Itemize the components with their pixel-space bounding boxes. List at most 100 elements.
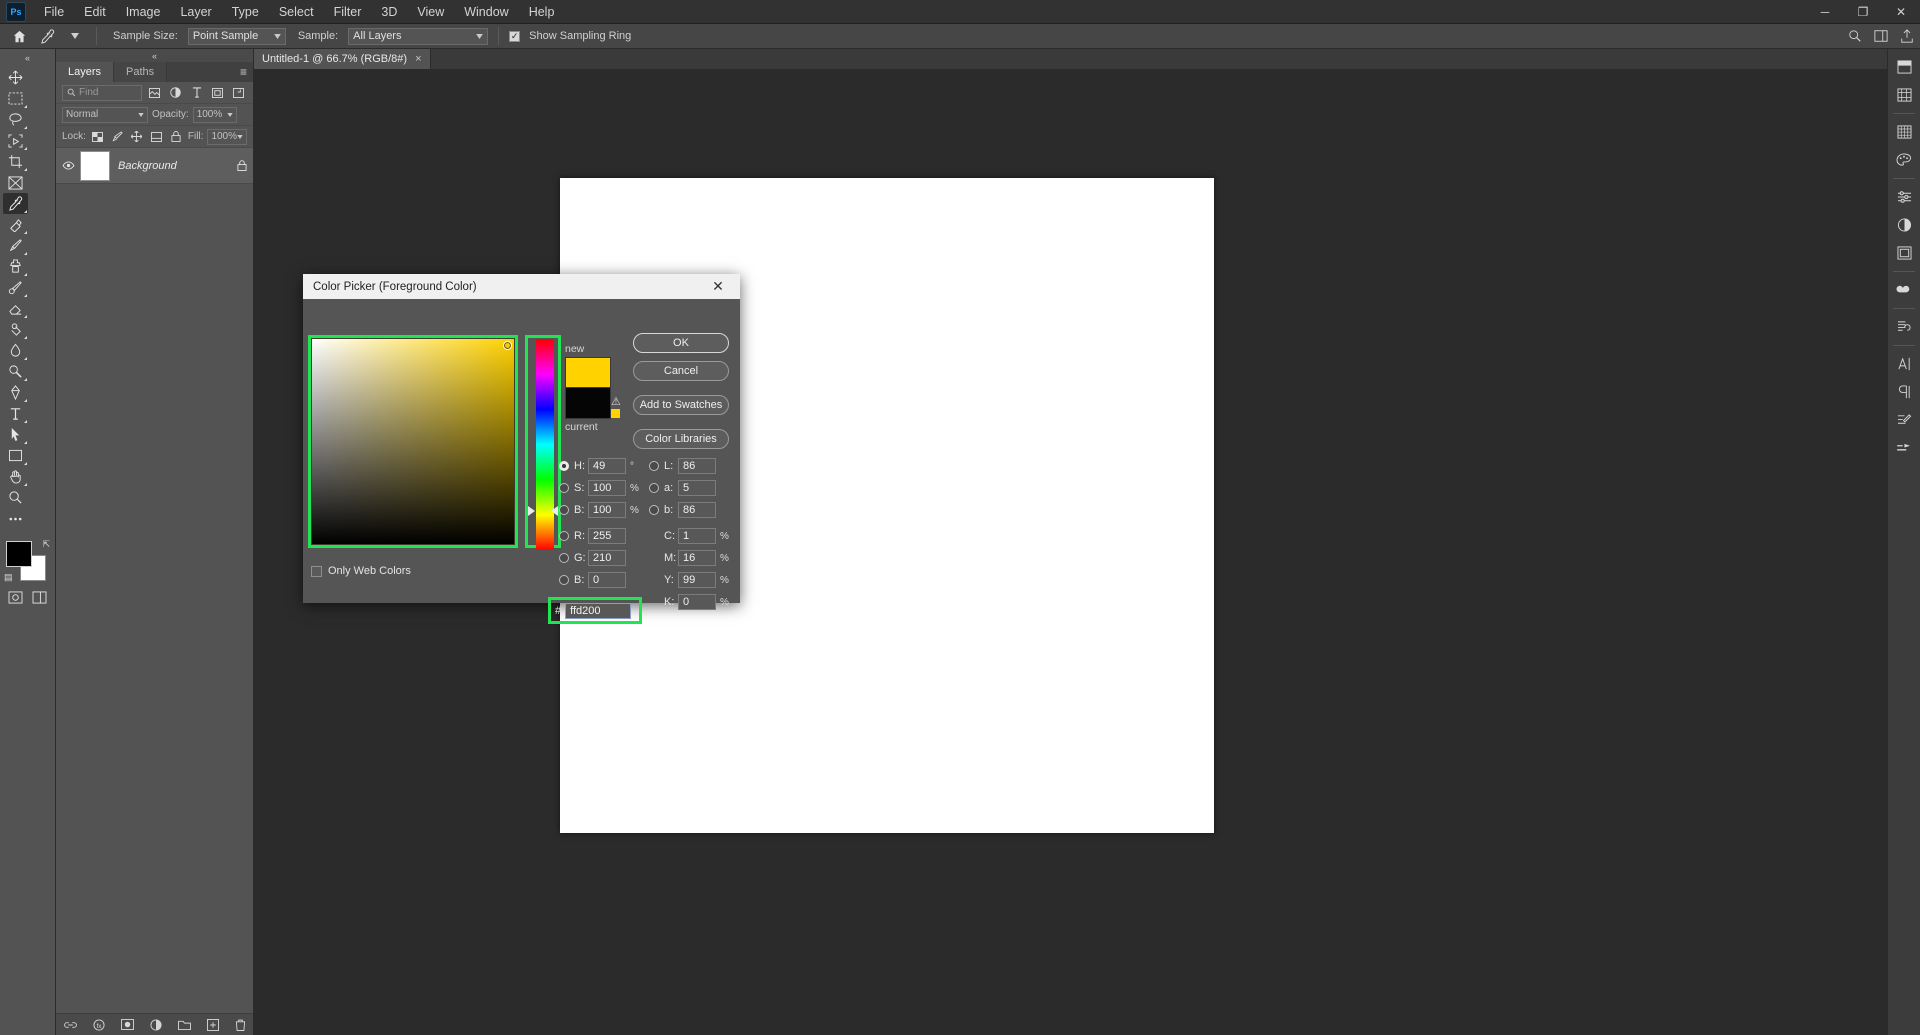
sampler-select[interactable]: All Layers [348, 28, 488, 45]
color-field-cursor[interactable] [503, 341, 512, 350]
swap-colors-icon[interactable]: ⇱ [42, 539, 50, 550]
close-icon[interactable]: × [415, 53, 421, 65]
show-sampling-ring-checkbox[interactable]: ✓ [509, 31, 520, 42]
object-selection-tool[interactable] [3, 130, 28, 151]
restore-button[interactable]: ❐ [1844, 0, 1882, 24]
crop-tool[interactable] [3, 151, 28, 172]
menu-item-help[interactable]: Help [519, 1, 565, 23]
frame-tool[interactable] [3, 172, 28, 193]
document-tab[interactable]: Untitled-1 @ 66.7% (RGB/8#) × [254, 49, 431, 69]
opacity-input[interactable]: 100% [193, 107, 237, 123]
lab-a-radio[interactable] [649, 483, 659, 493]
sample-size-select[interactable]: Point Sample [188, 28, 286, 45]
quick-mask-icon[interactable] [3, 587, 28, 608]
cancel-button[interactable]: Cancel [633, 361, 729, 381]
fill-input[interactable]: 100% [207, 129, 247, 145]
red-radio[interactable] [559, 531, 569, 541]
horizontal-type-tool[interactable] [3, 403, 28, 424]
green-radio[interactable] [559, 553, 569, 563]
search-icon[interactable] [1848, 29, 1862, 43]
yellow-input[interactable]: 99 [678, 572, 716, 588]
color-libraries-button[interactable]: Color Libraries [633, 429, 729, 449]
spot-healing-brush-tool[interactable] [3, 214, 28, 235]
current-color-swatch[interactable] [565, 388, 611, 419]
lock-all-icon[interactable] [168, 128, 184, 145]
hue-slider-handle-left[interactable] [528, 506, 535, 516]
type-filter-icon[interactable] [188, 84, 205, 101]
eyedropper-tool[interactable] [3, 193, 28, 214]
add-to-swatches-button[interactable]: Add to Swatches [633, 395, 729, 415]
hand-tool[interactable] [3, 466, 28, 487]
foreground-color-swatch[interactable] [6, 541, 32, 567]
move-tool[interactable] [3, 67, 28, 88]
brushes-icon[interactable] [1891, 435, 1917, 461]
magenta-input[interactable]: 16 [678, 550, 716, 566]
adjustment-layer-icon[interactable] [150, 1019, 162, 1031]
blue-input[interactable]: 0 [588, 572, 626, 588]
blue-radio[interactable] [559, 575, 569, 585]
adjustment-filter-icon[interactable] [167, 84, 184, 101]
hex-input[interactable]: ffd200 [565, 603, 631, 619]
close-icon[interactable]: ✕ [706, 278, 730, 295]
adjustments-icon[interactable] [1891, 82, 1917, 108]
web-safe-color-icon[interactable] [611, 409, 620, 418]
patterns-icon[interactable] [1891, 240, 1917, 266]
ok-button[interactable]: OK [633, 333, 729, 353]
menu-item-window[interactable]: Window [454, 1, 518, 23]
menu-item-filter[interactable]: Filter [324, 1, 372, 23]
lock-position-icon[interactable] [129, 128, 145, 145]
pen-tool[interactable] [3, 382, 28, 403]
brightness-input[interactable]: 100 [588, 502, 626, 518]
list-item[interactable]: Background [56, 148, 253, 184]
path-selection-tool[interactable] [3, 424, 28, 445]
hue-radio[interactable] [559, 461, 569, 471]
saturation-radio[interactable] [559, 483, 569, 493]
gradient-tool[interactable] [3, 319, 28, 340]
menu-item-select[interactable]: Select [269, 1, 324, 23]
styles-icon[interactable] [1891, 277, 1917, 303]
rectangular-marquee-tool[interactable] [3, 88, 28, 109]
history-brush-tool[interactable] [3, 277, 28, 298]
dodge-tool[interactable] [3, 361, 28, 382]
new-group-icon[interactable] [178, 1019, 191, 1030]
cyan-input[interactable]: 1 [678, 528, 716, 544]
menu-item-edit[interactable]: Edit [74, 1, 116, 23]
libraries-icon[interactable] [1891, 54, 1917, 80]
hue-slider[interactable] [536, 339, 554, 550]
minimize-button[interactable]: ─ [1806, 0, 1844, 24]
home-icon[interactable] [8, 26, 30, 46]
link-layers-icon[interactable] [64, 1020, 77, 1030]
brush-settings-icon[interactable] [1891, 407, 1917, 433]
properties-icon[interactable] [1891, 184, 1917, 210]
lab-l-input[interactable]: 86 [678, 458, 716, 474]
tool-preset-chevron-down-icon[interactable] [64, 26, 86, 46]
blend-mode-select[interactable]: Normal [62, 107, 148, 123]
tools-collapse-button[interactable]: « [0, 51, 55, 65]
layer-visibility-icon[interactable] [62, 161, 80, 170]
layer-search-input[interactable]: Find [62, 85, 142, 101]
out-of-gamut-warning-icon[interactable]: ⚠ [611, 395, 621, 408]
close-button[interactable]: ✕ [1882, 0, 1920, 24]
shape-filter-icon[interactable] [209, 84, 226, 101]
layers-panel-menu-icon[interactable]: ≡ [234, 62, 253, 82]
black-input[interactable]: 0 [678, 594, 716, 610]
delete-layer-icon[interactable] [235, 1019, 246, 1031]
pixel-filter-icon[interactable] [146, 84, 163, 101]
layer-style-icon[interactable]: fx [93, 1019, 105, 1031]
red-input[interactable]: 255 [588, 528, 626, 544]
lab-b-radio[interactable] [649, 505, 659, 515]
hue-input[interactable]: 49 [588, 458, 626, 474]
blur-tool[interactable] [3, 340, 28, 361]
layers-panel-collapse-button[interactable]: « [56, 49, 253, 62]
swatches-icon[interactable] [1891, 119, 1917, 145]
paragraph-icon[interactable] [1891, 379, 1917, 405]
menu-item-3d[interactable]: 3D [371, 1, 407, 23]
rectangle-tool[interactable] [3, 445, 28, 466]
lab-a-input[interactable]: 5 [678, 480, 716, 496]
smart-object-filter-icon[interactable] [230, 84, 247, 101]
eraser-tool[interactable] [3, 298, 28, 319]
brightness-radio[interactable] [559, 505, 569, 515]
workspace-icon[interactable] [1874, 29, 1888, 43]
hue-slider-handle-right[interactable] [551, 506, 558, 516]
only-web-colors-checkbox[interactable] [311, 566, 322, 577]
